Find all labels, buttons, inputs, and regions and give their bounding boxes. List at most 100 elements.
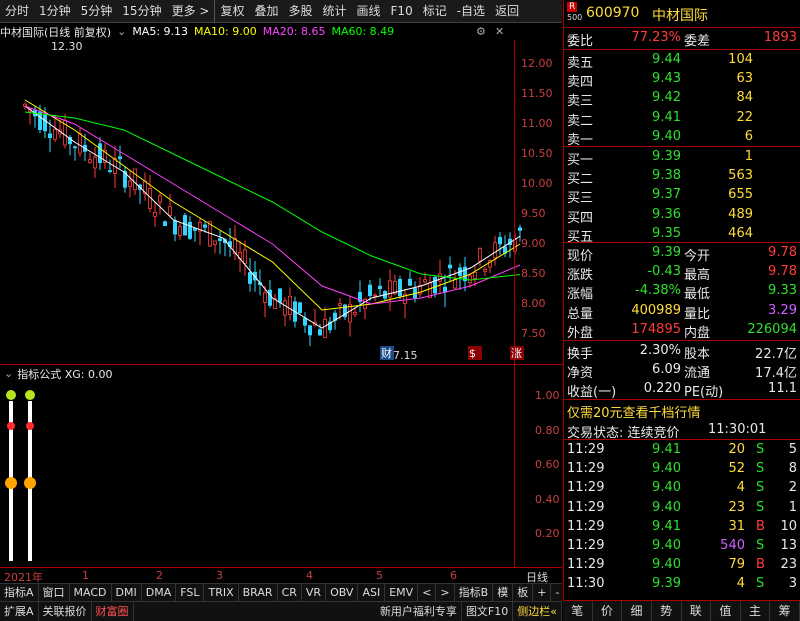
fundamental-row: 净资 6.09 流通 17.4亿 — [564, 361, 800, 381]
toolbar-item[interactable]: 复权 — [214, 0, 249, 22]
toolbar-item[interactable]: 分时 — [0, 0, 34, 22]
candle-body — [98, 143, 103, 164]
order-book-row[interactable]: 卖三 9.42 84 — [564, 89, 800, 109]
chart-toolbar: 分时 1分钟 5分钟 15分钟 更多 > 复权 叠加 多股 统计 画线 F10 标记 -自选 返回 — [0, 0, 562, 23]
panel-nav-item[interactable]: 联 — [682, 601, 712, 621]
extension-tab[interactable]: 财富圈 — [92, 602, 134, 621]
signal-dot — [7, 422, 15, 430]
chevron-down-icon[interactable]: ⌄ — [4, 367, 13, 380]
toolbar-item[interactable]: 更多 > — [167, 0, 215, 22]
order-book-row[interactable]: 卖四 9.43 63 — [564, 70, 800, 90]
quote-label: 现价 — [567, 249, 594, 264]
order-book-row[interactable]: 卖二 9.41 22 — [564, 109, 800, 129]
toolbar-item[interactable]: -自选 — [452, 0, 490, 22]
tick-time: 11:29 — [567, 518, 605, 534]
stock-name: 中材国际 — [652, 8, 708, 24]
indicator-tab[interactable]: 指标A — [0, 584, 39, 602]
price-tick: 7.50 — [521, 327, 546, 340]
toolbar-item[interactable]: 多股 — [283, 0, 317, 22]
indicator-tab[interactable]: DMI — [112, 584, 142, 602]
indicator-tab[interactable]: 指标B — [455, 584, 494, 602]
panel-nav-item[interactable]: 主 — [741, 601, 771, 621]
indicator-tab[interactable]: EMV — [385, 584, 419, 602]
stock-code: 600970 — [586, 5, 640, 21]
promo-tab[interactable]: 新用户福利专享 — [376, 602, 462, 621]
tick-side: B — [756, 557, 765, 573]
indicator-tab[interactable]: BRAR — [239, 584, 278, 602]
toolbar-item[interactable]: 返回 — [490, 0, 524, 22]
index-badge: 500 — [567, 13, 583, 22]
indicator-tab[interactable]: MACD — [70, 584, 112, 602]
indicator-tab[interactable]: VR — [302, 584, 327, 602]
order-book-row[interactable]: 卖五 9.44 104 — [564, 51, 800, 71]
order-book-row[interactable]: 买二 9.38 563 — [564, 167, 800, 187]
fundamental-label: 换手 — [567, 347, 594, 362]
candle-body — [73, 146, 78, 149]
toolbar-item[interactable]: 画线 — [352, 0, 386, 22]
toolbar-item[interactable]: F10 — [386, 0, 418, 22]
indicator-tab[interactable]: OBV — [326, 584, 359, 602]
toolbar-item[interactable]: 15分钟 — [117, 0, 166, 22]
panel-nav-item[interactable]: 势 — [652, 601, 682, 621]
toolbar-item[interactable]: 5分钟 — [76, 0, 118, 22]
extension-tab[interactable]: 扩展A — [0, 602, 39, 621]
promo-banner[interactable]: 仅需20元查看千档行情 — [564, 401, 800, 421]
level-label: 卖一 — [567, 132, 594, 148]
toolbar-item[interactable]: 1分钟 — [34, 0, 76, 22]
close-icon[interactable]: ✕ — [495, 25, 504, 38]
tick-price: 9.40 — [652, 557, 681, 573]
order-book-row[interactable]: 买五 9.35 464 — [564, 225, 800, 245]
indicator-tab[interactable]: 板 — [513, 584, 534, 602]
weibi-row: 委比 77.23% 委差 1893 — [564, 29, 800, 49]
fundamental-value: 0.220 — [643, 381, 681, 396]
order-book-row[interactable]: 买三 9.37 655 — [564, 186, 800, 206]
indicator-tab[interactable]: TRIX — [204, 584, 239, 602]
panel-nav-item[interactable]: 细 — [622, 601, 652, 621]
panel-nav-item[interactable]: 笔 — [563, 601, 593, 621]
indicator-tab[interactable]: 窗口 — [39, 584, 70, 602]
event-marker-label: 财 — [381, 346, 392, 360]
tick-row: 11:29 9.41 31 B 10 — [564, 518, 800, 537]
candle-body — [477, 248, 482, 262]
candle-body — [172, 220, 177, 235]
ma5-label: MA5: 9.13 — [132, 25, 189, 38]
indicator-tab[interactable]: > — [436, 584, 455, 602]
promo-text[interactable]: 仅需20元查看千档行情 — [567, 402, 701, 421]
promo-tab[interactable]: 图文F10 — [462, 602, 514, 621]
indicator-tick: 1.00 — [535, 389, 560, 402]
moving-average-lines — [24, 99, 521, 329]
kline-chart[interactable]: 12.307.15财 $ 涨 — [0, 40, 560, 364]
promo-tab[interactable]: 侧边栏« — [513, 602, 562, 621]
toolbar-item[interactable]: 统计 — [318, 0, 352, 22]
panel-nav-item[interactable]: 筹 — [770, 601, 800, 621]
tick-price: 9.41 — [652, 442, 681, 457]
indicator-tab[interactable]: ASI — [358, 584, 386, 602]
indicator-tab[interactable]: 模 — [493, 584, 514, 602]
chevron-down-icon[interactable]: ⌄ — [117, 25, 126, 38]
panel-nav-item[interactable]: 值 — [711, 601, 741, 621]
settings-icon[interactable]: ⚙ — [476, 25, 486, 38]
indicator-tab[interactable]: FSL — [176, 584, 205, 602]
indicator-tab[interactable]: CR — [278, 584, 302, 602]
indicator-tab[interactable]: < — [418, 584, 437, 602]
quote-label: 涨跌 — [567, 268, 594, 284]
tick-count: 5 — [788, 442, 797, 457]
toolbar-item[interactable]: 叠加 — [249, 0, 283, 22]
high-price-label: 12.30 — [51, 40, 83, 53]
order-book-row[interactable]: 买一 9.39 1 — [564, 148, 800, 168]
panel-nav-item[interactable]: 价 — [593, 601, 623, 621]
toolbar-item[interactable]: 标记 — [418, 0, 452, 22]
tick-price: 9.41 — [652, 518, 681, 534]
indicator-tab[interactable]: DMA — [142, 584, 177, 602]
candle-body — [322, 318, 327, 338]
up-arrow-icon — [24, 477, 36, 489]
ma-line-ma60 — [24, 111, 521, 281]
order-book-row[interactable]: 卖一 9.40 6 — [564, 128, 800, 148]
fundamental-label: 净资 — [567, 366, 594, 381]
indicator-tab[interactable]: + — [533, 584, 552, 602]
candle-body — [247, 272, 252, 284]
candle-body — [452, 278, 457, 289]
indicator-chart[interactable] — [0, 381, 514, 567]
extension-tab[interactable]: 关联报价 — [39, 602, 92, 621]
order-book-row[interactable]: 买四 9.36 489 — [564, 206, 800, 226]
